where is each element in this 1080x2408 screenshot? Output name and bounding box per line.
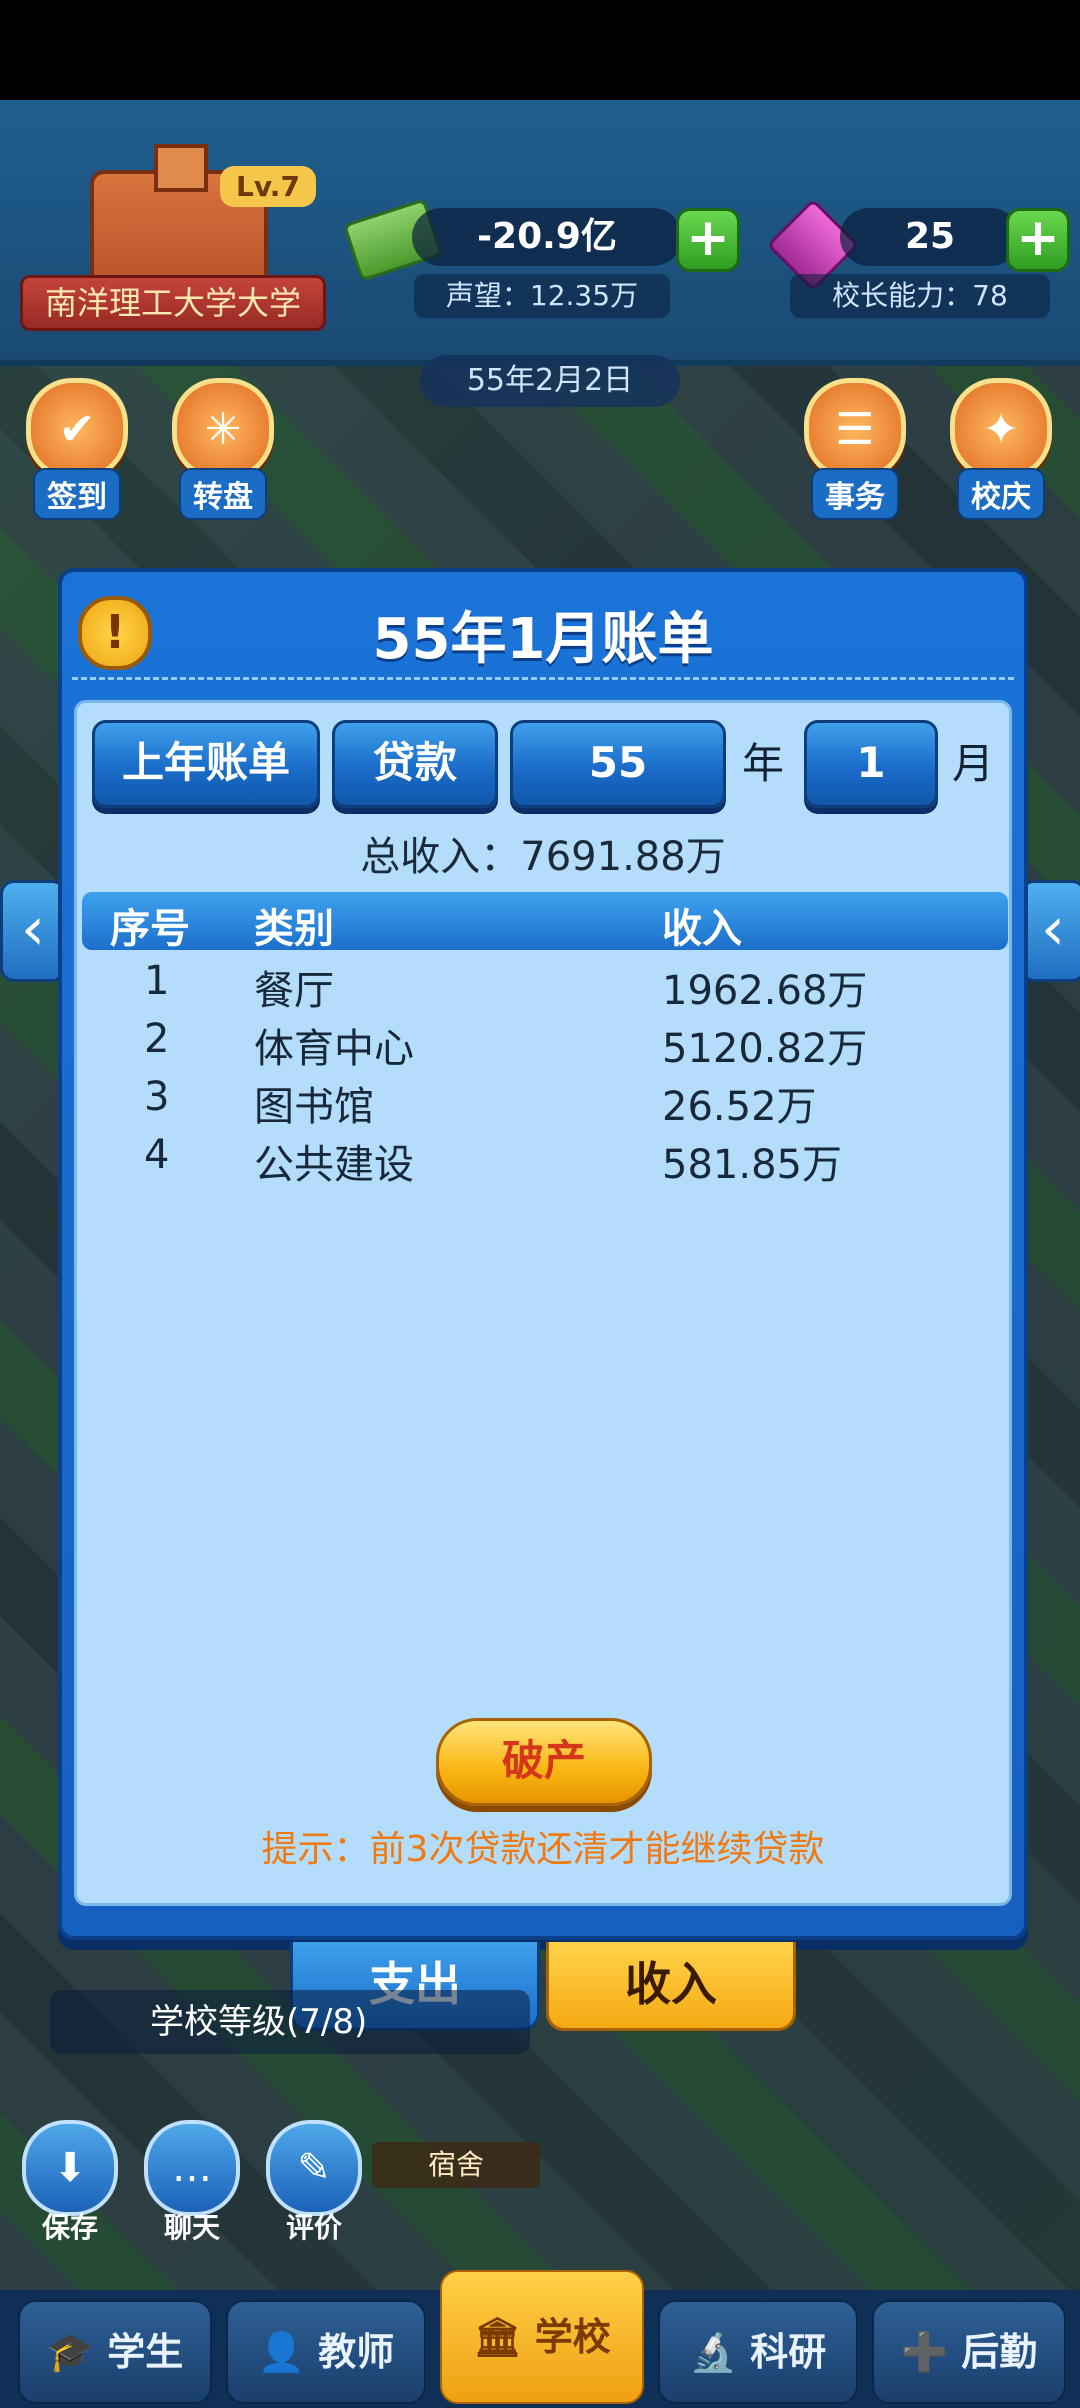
nav-logistics-label: 后勤 (961, 2330, 1038, 2374)
checkin-label: 签到 (33, 468, 121, 520)
nav-logistics[interactable]: ➕ 后勤 (872, 2300, 1066, 2404)
chat-label: 聊天 (163, 2211, 220, 2244)
bill-dialog: ! 55年1月账单 上年账单 贷款 55 年 1 月 总收入：7691.88万 … (58, 568, 1028, 1940)
table-row: 3 图书馆 26.52万 (82, 1068, 1008, 1130)
nav-teachers-label: 教师 (318, 2330, 395, 2374)
row-category: 餐厅 (254, 968, 334, 1014)
teacher-icon: 👤 (257, 2330, 306, 2374)
row-no: 2 (144, 1016, 170, 1062)
graduation-cap-icon: 🎓 (46, 2330, 95, 2374)
right-arrow-button[interactable]: ‹ (1020, 880, 1080, 982)
checkin-button[interactable]: ✔ 签到 (22, 378, 132, 520)
edit-icon: ✎ (266, 2120, 362, 2216)
nav-school-label: 学校 (534, 2315, 611, 2359)
wheel-button[interactable]: ✳ 转盘 (168, 378, 278, 520)
year-unit: 年 (742, 739, 785, 788)
nav-students[interactable]: 🎓 学生 (18, 2300, 212, 2404)
anniversary-label: 校庆 (957, 468, 1045, 520)
row-category: 公共建设 (254, 1142, 414, 1188)
add-gems-button[interactable]: + (1006, 208, 1070, 272)
nav-school[interactable]: 🏛 学校 (440, 2270, 644, 2404)
status-bar (0, 0, 1080, 100)
review-label: 评价 (285, 2211, 342, 2244)
affairs-button[interactable]: ☰ 事务 (800, 378, 910, 520)
table-header: 序号 类别 收入 (82, 892, 1008, 952)
header-divider (72, 677, 1014, 680)
clipboard-icon: ☰ (804, 378, 906, 480)
school-icon: 🏛 (473, 2315, 522, 2359)
wheel-label: 转盘 (179, 468, 267, 520)
table-row: 2 体育中心 5120.82万 (82, 1010, 1008, 1072)
prev-year-bill-button[interactable]: 上年账单 (92, 720, 320, 808)
row-category: 图书馆 (254, 1084, 374, 1130)
dialog-header: ! 55年1月账单 (62, 572, 1024, 682)
dormitory-label: 宿舍 (372, 2142, 540, 2188)
col-income: 收入 (662, 906, 742, 952)
review-button[interactable]: ✎ 评价 (264, 2120, 364, 2246)
bankrupt-button[interactable]: 破产 (436, 1718, 652, 1806)
row-income: 1962.68万 (662, 968, 868, 1014)
wheel-icon: ✳ (172, 378, 274, 480)
table-row: 4 公共建设 581.85万 (82, 1126, 1008, 1188)
tab-income[interactable]: 收入 (546, 1942, 796, 2031)
save-label: 保存 (41, 2211, 98, 2244)
money-value: -20.9亿 (412, 208, 682, 266)
school-name: 南洋理工大学大学 (20, 275, 326, 331)
row-income: 26.52万 (662, 1084, 817, 1130)
nav-students-label: 学生 (107, 2330, 184, 2374)
col-no: 序号 (110, 906, 190, 952)
principal-ability: 校长能力：78 (790, 274, 1050, 318)
nav-research[interactable]: 🔬 科研 (658, 2300, 858, 2404)
anniversary-button[interactable]: ✦ 校庆 (946, 378, 1056, 520)
col-category: 类别 (254, 906, 334, 952)
add-money-button[interactable]: + (676, 208, 740, 272)
logistics-icon: ➕ (900, 2330, 949, 2374)
row-no: 3 (144, 1074, 170, 1120)
chat-icon: … (144, 2120, 240, 2216)
row-no: 4 (144, 1132, 170, 1178)
save-button[interactable]: ⬇ 保存 (20, 2120, 120, 2246)
reputation: 声望：12.35万 (414, 274, 670, 318)
calendar-icon: ✔ (26, 378, 128, 480)
left-arrow-button[interactable]: ‹ (0, 880, 66, 982)
microscope-icon: 🔬 (689, 2330, 738, 2374)
nav-teachers[interactable]: 👤 教师 (226, 2300, 426, 2404)
affairs-label: 事务 (811, 468, 899, 520)
loan-hint: 提示：前3次贷款还清才能继续贷款 (261, 1829, 825, 1870)
row-income: 581.85万 (662, 1142, 842, 1188)
loan-button[interactable]: 贷款 (332, 720, 498, 808)
month-unit: 月 (952, 739, 995, 788)
megaphone-icon: ✦ (950, 378, 1052, 480)
row-no: 1 (144, 958, 170, 1004)
nav-research-label: 科研 (750, 2330, 827, 2374)
total-income: 总收入：7691.88万 (360, 834, 726, 880)
row-category: 体育中心 (254, 1026, 414, 1072)
level-tag: Lv.7 (220, 166, 316, 207)
school-badge[interactable]: Lv.7 南洋理工大学大学 (20, 144, 326, 331)
table-row: 1 餐厅 1962.68万 (82, 952, 1008, 1014)
year-selector[interactable]: 55 (510, 720, 726, 808)
game-date: 55年2月2日 (420, 355, 680, 407)
month-selector[interactable]: 1 (804, 720, 938, 808)
row-income: 5120.82万 (662, 1026, 868, 1072)
download-icon: ⬇ (22, 2120, 118, 2216)
dialog-title: 55年1月账单 (372, 607, 714, 672)
gem-value: 25 (840, 208, 1020, 266)
chat-button[interactable]: … 聊天 (142, 2120, 242, 2246)
school-level-bar[interactable]: 学校等级(7/8) (50, 1990, 530, 2054)
